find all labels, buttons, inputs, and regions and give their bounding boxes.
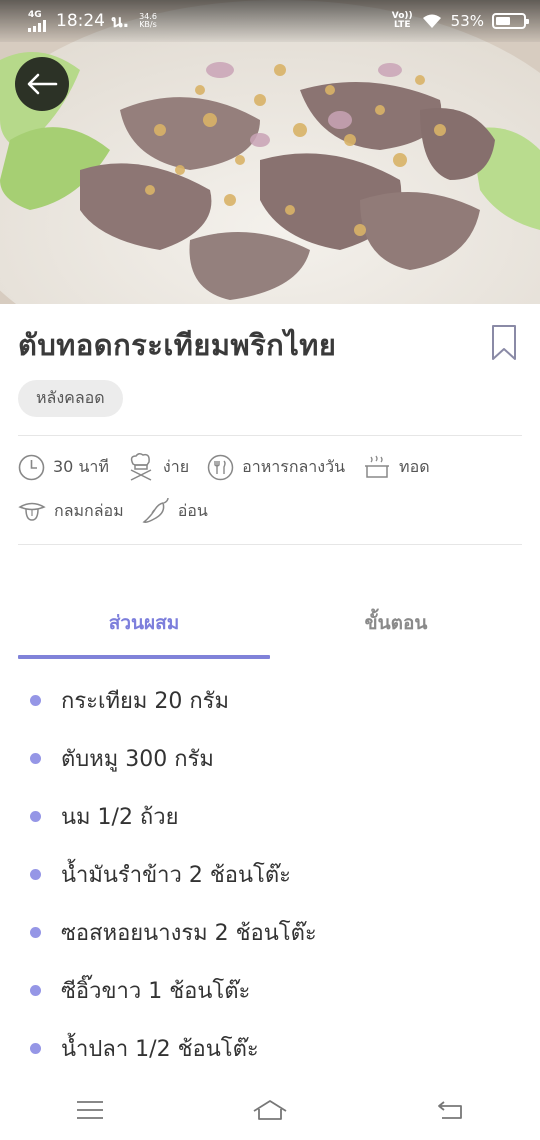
home-icon xyxy=(253,1100,287,1120)
bullet-icon xyxy=(30,752,41,764)
meta-meal-label: อาหารกลางวัน xyxy=(242,456,346,476)
ingredient-text: น้ำปลา 1/2 ช้อนโต๊ะ xyxy=(61,1036,259,1062)
recipe-hero-image xyxy=(0,0,540,304)
chili-icon xyxy=(142,497,169,523)
bookmark-button[interactable] xyxy=(490,324,518,362)
back-button[interactable] xyxy=(15,57,69,111)
meta-difficulty-label: ง่าย xyxy=(162,456,190,476)
active-tab-indicator xyxy=(18,655,270,659)
meta-taste-label: กลมกล่อม xyxy=(54,500,124,520)
list-item: ตับหมู 300 กรัม xyxy=(0,729,540,787)
back-nav-button[interactable] xyxy=(420,1085,480,1135)
ingredient-list: กระเทียม 20 กรัม ตับหมู 300 กรัม นม 1/2 … xyxy=(0,671,540,1077)
ingredient-text: ซอสหอยนางรม 2 ช้อนโต๊ะ xyxy=(61,920,317,946)
tab-steps[interactable]: ขั้นตอน xyxy=(270,608,522,638)
network-speed: 34.6 KB/s xyxy=(139,13,157,29)
bullet-icon xyxy=(30,868,41,880)
bullet-icon xyxy=(30,1042,41,1054)
network-speed-unit: KB/s xyxy=(139,20,157,29)
clock-time: 18:24 xyxy=(56,11,105,31)
menu-icon xyxy=(77,1101,103,1119)
meta-meal: อาหารกลางวัน xyxy=(207,454,345,481)
meta-difficulty: ง่าย xyxy=(127,452,189,482)
recipe-meta-row: กลมกล่อม อ่อน xyxy=(18,497,226,525)
signal-icon xyxy=(28,19,46,32)
menu-button[interactable] xyxy=(60,1085,120,1135)
fork-knife-plate-icon xyxy=(207,454,234,480)
category-chip[interactable]: หลังคลอด xyxy=(18,380,123,417)
bullet-icon xyxy=(30,984,41,996)
meta-spiciness: อ่อน xyxy=(142,497,208,525)
tongue-icon xyxy=(18,502,46,521)
list-item: ซอสหอยนางรม 2 ช้อนโต๊ะ xyxy=(0,903,540,961)
battery-percent: 53% xyxy=(450,12,484,30)
divider xyxy=(18,544,522,545)
recipe-meta-row: 30 นาที ง่าย อาหารกลางวัน ทอด xyxy=(18,452,448,482)
meta-time: 30 นาที xyxy=(18,454,109,481)
system-nav-bar xyxy=(0,1080,540,1140)
carrier-mark: น. xyxy=(111,11,130,32)
status-bar: 4G 18:24 น. 34.6 KB/s Vo)) LTE 53% xyxy=(0,0,540,42)
bullet-icon xyxy=(30,926,41,938)
volte-indicator: Vo)) LTE xyxy=(392,12,413,30)
recipe-title: ตับทอดกระเทียมพริกไทย xyxy=(18,328,337,362)
chef-icon xyxy=(130,452,152,481)
wifi-icon xyxy=(422,14,441,28)
clock-icon xyxy=(18,454,45,480)
network-type: 4G xyxy=(28,9,42,20)
ingredient-text: กระเทียม 20 กรัม xyxy=(61,688,229,714)
arrow-left-icon xyxy=(27,73,58,95)
list-item: นม 1/2 ถ้วย xyxy=(0,787,540,845)
tab-ingredients[interactable]: ส่วนผสม xyxy=(18,608,270,638)
home-button[interactable] xyxy=(240,1085,300,1135)
list-item: น้ำปลา 1/2 ช้อนโต๊ะ xyxy=(0,1019,540,1077)
meta-method: ทอด xyxy=(363,453,430,481)
bullet-icon xyxy=(30,694,41,706)
frying-pot-icon xyxy=(365,455,390,478)
ingredient-text: ซีอิ๊วขาว 1 ช้อนโต๊ะ xyxy=(61,978,251,1004)
ingredient-text: ตับหมู 300 กรัม xyxy=(61,746,214,772)
meta-time-label: 30 นาที xyxy=(53,456,109,476)
list-item: น้ำมันรำข้าว 2 ช้อนโต๊ะ xyxy=(0,845,540,903)
bullet-icon xyxy=(30,810,41,822)
bookmark-icon xyxy=(492,325,516,360)
list-item: ซีอิ๊วขาว 1 ช้อนโต๊ะ xyxy=(0,961,540,1019)
return-icon xyxy=(438,1101,462,1119)
meta-spiciness-label: อ่อน xyxy=(177,500,208,520)
lte-label: LTE xyxy=(393,20,411,30)
ingredient-text: น้ำมันรำข้าว 2 ช้อนโต๊ะ xyxy=(61,862,291,888)
list-item: กระเทียม 20 กรัม xyxy=(0,671,540,729)
meta-taste: กลมกล่อม xyxy=(18,498,124,524)
meta-method-label: ทอด xyxy=(399,456,430,476)
divider xyxy=(18,435,522,436)
battery-icon xyxy=(492,13,529,29)
battery-fill xyxy=(496,17,510,25)
ingredient-text: นม 1/2 ถ้วย xyxy=(61,804,179,830)
